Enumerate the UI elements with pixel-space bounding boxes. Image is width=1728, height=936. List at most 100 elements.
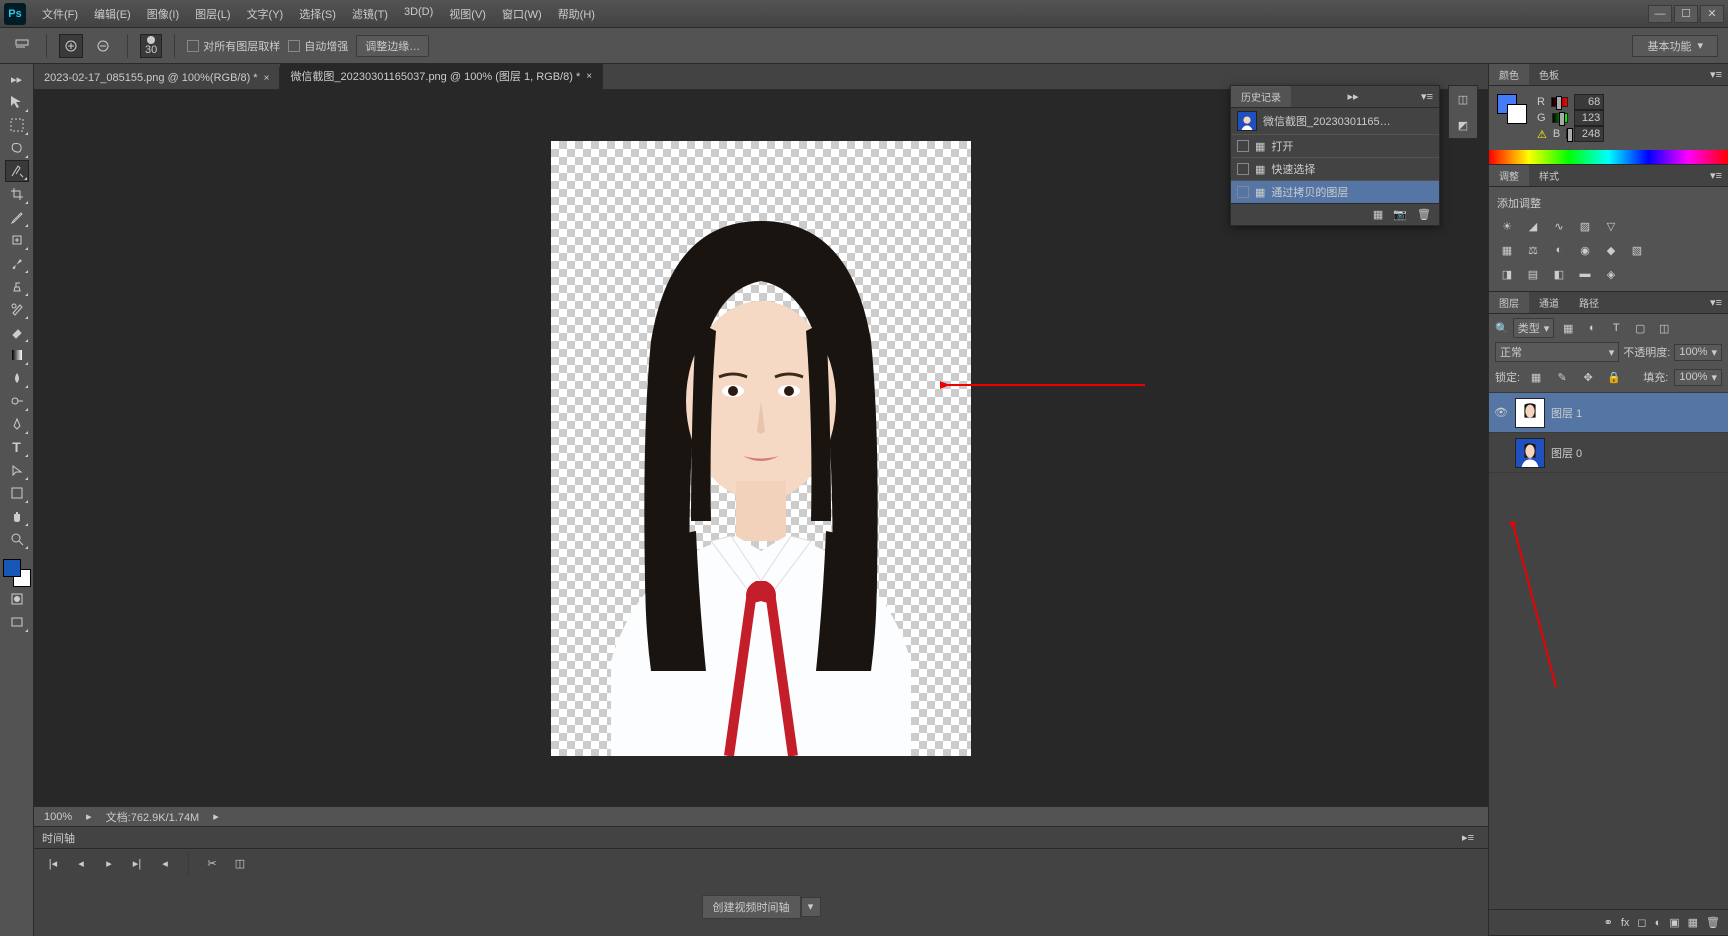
layer-name[interactable]: 图层 1 — [1551, 405, 1582, 421]
timeline-last-icon[interactable]: ◂ — [156, 854, 174, 872]
color-swatches[interactable] — [3, 559, 31, 587]
close-tab-icon[interactable]: × — [586, 71, 592, 82]
auto-enhance-checkbox[interactable]: 自动增强 — [288, 38, 348, 54]
layer-item-0[interactable]: 图层 0 — [1489, 433, 1728, 473]
path-selection-tool[interactable] — [5, 459, 29, 481]
b-slider[interactable] — [1566, 129, 1568, 139]
filter-shape-icon[interactable]: ▢ — [1630, 319, 1650, 337]
history-document[interactable]: 微信截图_20230301165… — [1231, 108, 1439, 134]
move-tool[interactable] — [5, 91, 29, 113]
pen-tool[interactable] — [5, 413, 29, 435]
photo-filter-icon[interactable]: ◉ — [1575, 241, 1595, 259]
styles-tab[interactable]: 样式 — [1529, 165, 1569, 186]
delete-state-icon[interactable]: 🗑 — [1417, 208, 1431, 221]
g-value[interactable]: 123 — [1574, 110, 1604, 126]
adjustment-layer-icon[interactable]: ◐ — [1655, 917, 1662, 929]
workspace-dropdown[interactable]: 基本功能▾ — [1632, 35, 1718, 57]
threshold-icon[interactable]: ◧ — [1549, 265, 1569, 283]
filter-type-icon[interactable]: T — [1606, 319, 1626, 337]
curves-icon[interactable]: ∿ — [1549, 217, 1569, 235]
bw-icon[interactable]: ◐ — [1549, 241, 1569, 259]
r-slider[interactable] — [1551, 97, 1568, 107]
color-bg-swatch[interactable] — [1507, 104, 1527, 124]
document-tab-1[interactable]: 2023-02-17_085155.png @ 100%(RGB/8) *× — [34, 67, 280, 89]
filter-smart-icon[interactable]: ◫ — [1654, 319, 1674, 337]
adjustments-tab[interactable]: 调整 — [1489, 165, 1529, 186]
lasso-tool[interactable] — [5, 137, 29, 159]
crop-tool[interactable] — [5, 183, 29, 205]
brightness-icon[interactable]: ☀ — [1497, 217, 1517, 235]
layer-group-icon[interactable]: ▣ — [1669, 916, 1679, 929]
zoom-tool[interactable] — [5, 528, 29, 550]
close-button[interactable]: ✕ — [1700, 5, 1724, 23]
lock-pixels-icon[interactable]: ✎ — [1552, 368, 1572, 386]
clone-stamp-tool[interactable] — [5, 275, 29, 297]
brush-tool[interactable] — [5, 252, 29, 274]
history-step-copy-layer[interactable]: ▦通过拷贝的图层 — [1231, 180, 1439, 203]
zoom-level[interactable]: 100% — [44, 811, 72, 823]
blur-tool[interactable] — [5, 367, 29, 389]
dodge-tool[interactable] — [5, 390, 29, 412]
color-lookup-icon[interactable]: ▧ — [1627, 241, 1647, 259]
layer-thumbnail[interactable] — [1515, 398, 1545, 428]
opacity-input[interactable]: 100%▾ — [1674, 344, 1722, 361]
dock-history-icon[interactable]: ◫ — [1449, 86, 1477, 112]
link-layers-icon[interactable]: ⚭ — [1604, 916, 1613, 929]
g-slider[interactable] — [1552, 113, 1569, 123]
foreground-swatch[interactable] — [3, 559, 21, 577]
menu-image[interactable]: 图像(I) — [139, 2, 187, 26]
menu-view[interactable]: 视图(V) — [441, 2, 494, 26]
refine-edge-button[interactable]: 调整边缘… — [356, 35, 429, 57]
layer-filter-dropdown[interactable]: 类型▾ — [1513, 318, 1555, 338]
layer-item-1[interactable]: 👁 图层 1 — [1489, 393, 1728, 433]
gradient-tool[interactable] — [5, 344, 29, 366]
brush-size-picker[interactable]: 30 — [140, 34, 162, 58]
document-tab-2[interactable]: 微信截图_20230301165037.png @ 100% (图层 1, RG… — [280, 63, 603, 89]
filter-pixel-icon[interactable]: ▦ — [1558, 319, 1578, 337]
b-value[interactable]: 248 — [1574, 126, 1604, 142]
blend-mode-dropdown[interactable]: 正常▾ — [1495, 342, 1619, 362]
new-layer-icon[interactable]: ▦ — [1688, 916, 1698, 929]
invert-icon[interactable]: ◨ — [1497, 265, 1517, 283]
history-step-quickselect[interactable]: ▦快速选择 — [1231, 157, 1439, 180]
menu-filter[interactable]: 滤镜(T) — [344, 2, 396, 26]
swatches-tab[interactable]: 色板 — [1529, 64, 1569, 85]
menu-edit[interactable]: 编辑(E) — [86, 2, 139, 26]
panel-menu-icon[interactable]: ▾≡ — [1704, 68, 1728, 81]
channels-tab[interactable]: 通道 — [1529, 292, 1569, 313]
paths-tab[interactable]: 路径 — [1569, 292, 1609, 313]
lock-position-icon[interactable]: ✥ — [1578, 368, 1598, 386]
shape-tool[interactable] — [5, 482, 29, 504]
timeline-cut-icon[interactable]: ✂ — [203, 854, 221, 872]
lock-all-icon[interactable]: 🔒 — [1604, 368, 1624, 386]
menu-type[interactable]: 文字(Y) — [239, 2, 292, 26]
marquee-tool[interactable] — [5, 114, 29, 136]
healing-brush-tool[interactable] — [5, 229, 29, 251]
history-step-open[interactable]: ▦打开 — [1231, 134, 1439, 157]
layers-tab[interactable]: 图层 — [1489, 292, 1529, 313]
visibility-toggle[interactable]: 👁 — [1493, 405, 1509, 421]
layer-name[interactable]: 图层 0 — [1551, 445, 1582, 461]
history-brush-tool[interactable] — [5, 298, 29, 320]
color-tab[interactable]: 颜色 — [1489, 64, 1529, 85]
panel-menu-icon[interactable]: ▾≡ — [1704, 296, 1728, 309]
panel-menu-icon[interactable]: ▾≡ — [1415, 90, 1439, 103]
screen-mode-icon[interactable] — [5, 611, 29, 633]
maximize-button[interactable]: ☐ — [1674, 5, 1698, 23]
hand-tool[interactable] — [5, 505, 29, 527]
menu-layer[interactable]: 图层(L) — [187, 2, 238, 26]
eyedropper-tool[interactable] — [5, 206, 29, 228]
menu-3d[interactable]: 3D(D) — [396, 2, 441, 26]
menu-window[interactable]: 窗口(W) — [494, 2, 550, 26]
levels-icon[interactable]: ◢ — [1523, 217, 1543, 235]
quick-select-add-icon[interactable] — [59, 34, 83, 58]
tool-preset-icon[interactable] — [10, 34, 34, 58]
fill-input[interactable]: 100%▾ — [1674, 369, 1722, 386]
quick-select-subtract-icon[interactable] — [91, 34, 115, 58]
timeline-next-icon[interactable]: ▸| — [128, 854, 146, 872]
snapshot-icon[interactable]: 📷 — [1393, 208, 1407, 221]
layer-thumbnail[interactable] — [1515, 438, 1545, 468]
exposure-icon[interactable]: ▨ — [1575, 217, 1595, 235]
selective-color-icon[interactable]: ◈ — [1601, 265, 1621, 283]
collapse-icon[interactable]: ▸▸ — [5, 68, 29, 90]
